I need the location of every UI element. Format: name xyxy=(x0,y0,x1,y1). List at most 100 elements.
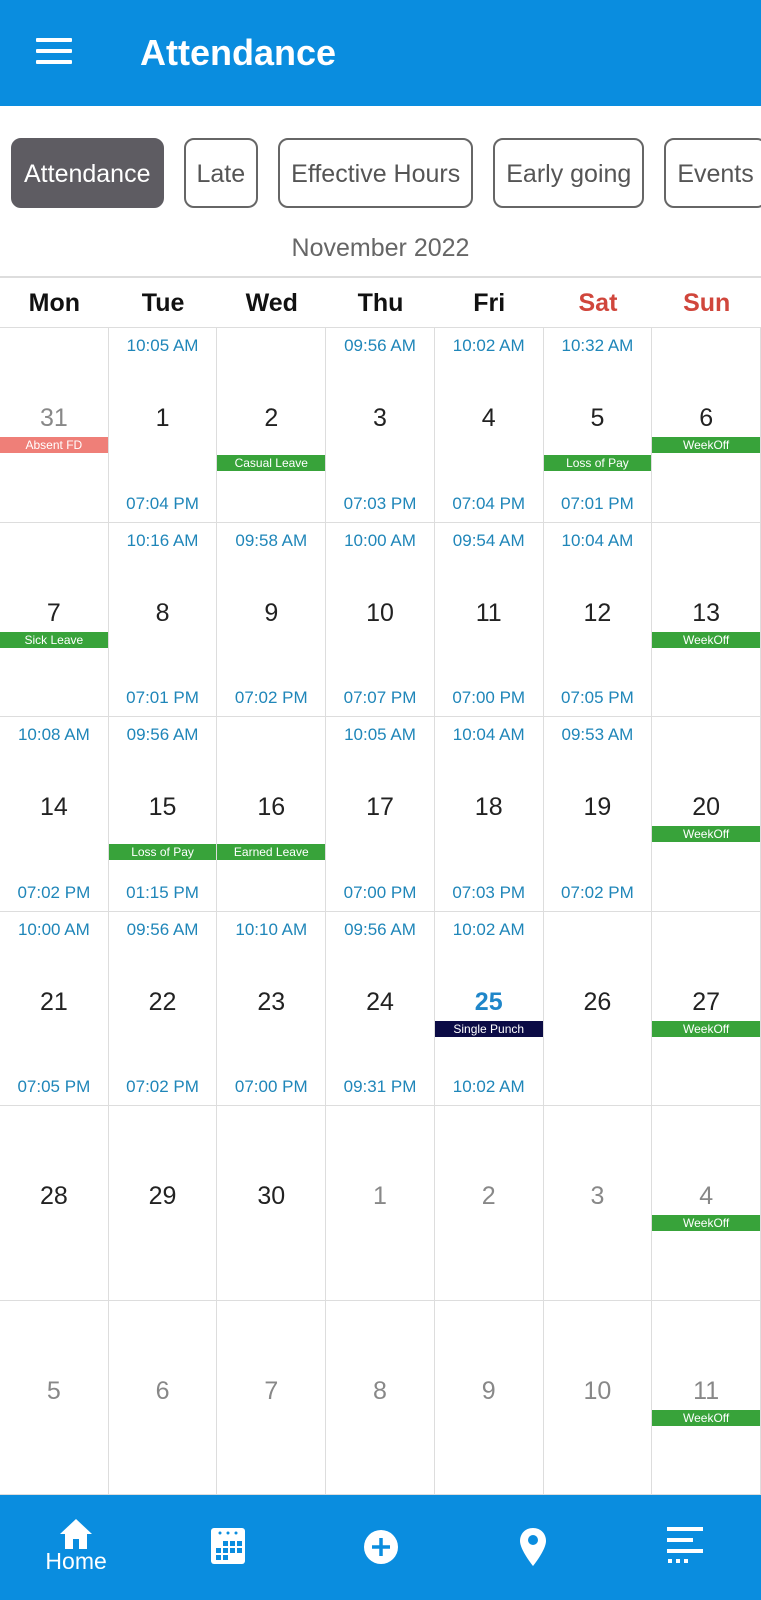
calendar-grid: 31 Absent FD 10:05 AM 1 07:04 PM 2 Casual Leav… xyxy=(0,327,761,1495)
day-cell[interactable]: 20 WeekOff xyxy=(652,717,761,912)
hamburger-icon[interactable] xyxy=(36,38,72,64)
check-out-time: 07:00 PM xyxy=(234,1077,308,1096)
day-cell[interactable]: 10:04 AM 12 07:05 PM xyxy=(543,522,653,717)
day-cell[interactable]: 29 xyxy=(108,1106,218,1301)
check-out-time: 07:02 PM xyxy=(561,882,634,902)
day-cell[interactable]: 2 xyxy=(434,1106,544,1301)
day-cell[interactable]: 10 xyxy=(543,1300,653,1495)
day-cell[interactable]: 31 Absent FD xyxy=(0,328,109,523)
tab-events[interactable]: Events xyxy=(664,138,761,208)
check-out-time: 07:02 PM xyxy=(17,882,91,902)
tab-attendance[interactable]: Attendance xyxy=(11,138,164,208)
day-number: 14 xyxy=(39,793,68,821)
day-number: 12 xyxy=(583,598,612,627)
day-cell[interactable]: 4 WeekOff xyxy=(652,1106,761,1301)
day-cell[interactable]: 09:56 AM 3 07:03 PM xyxy=(326,328,435,523)
day-cell[interactable]: 27 WeekOff xyxy=(652,911,761,1106)
check-out-time: 07:07 PM xyxy=(343,688,417,707)
status-badge: WeekOff xyxy=(652,437,760,453)
day-cell[interactable]: 09:56 AM 15 Loss of Pay 01:15 PM xyxy=(108,717,218,912)
day-cell[interactable]: 10:00 AM 21 07:05 PM xyxy=(0,911,109,1106)
nav-add-circle[interactable] xyxy=(304,1495,456,1600)
weekday-thu: Thu xyxy=(357,289,404,317)
check-in-time: 09:56 AM xyxy=(344,919,416,939)
day-cell[interactable]: 10:02 AM 4 07:04 PM xyxy=(434,328,544,523)
bottom-nav: Home xyxy=(0,1495,761,1600)
day-cell[interactable]: 30 xyxy=(217,1106,327,1301)
day-number: 17 xyxy=(366,793,394,821)
day-number: 5 xyxy=(46,1376,61,1405)
day-number: 22 xyxy=(148,987,177,1016)
day-cell[interactable]: 11 WeekOff xyxy=(652,1300,761,1495)
check-out-time: 07:04 PM xyxy=(452,493,526,513)
nav-more-list[interactable] xyxy=(609,1495,761,1600)
day-cell[interactable]: 09:58 AM 9 07:02 PM xyxy=(217,522,327,717)
day-cell[interactable]: 7 xyxy=(217,1300,327,1495)
day-number: 29 xyxy=(148,1182,177,1210)
month-label: November 2022 xyxy=(291,234,470,262)
day-cell[interactable]: 6 xyxy=(108,1300,218,1495)
day-cell[interactable]: 10:00 AM 10 07:07 PM xyxy=(326,522,435,717)
day-cell[interactable]: 16 Earned Leave xyxy=(217,717,327,912)
check-out-time: 07:05 PM xyxy=(17,1077,91,1096)
day-cell[interactable]: 10:05 AM 17 07:00 PM xyxy=(326,717,435,912)
day-cell[interactable]: 10:16 AM 8 07:01 PM xyxy=(108,522,218,717)
check-out-time: 07:05 PM xyxy=(561,688,634,707)
day-cell[interactable]: 10:32 AM 5 Loss of Pay 07:01 PM xyxy=(543,328,653,523)
day-cell[interactable]: 10:10 AM 23 07:00 PM xyxy=(217,911,327,1106)
check-in-time: 10:05 AM xyxy=(126,336,199,355)
tab-early-going[interactable]: Early going xyxy=(493,138,645,208)
day-number: 7 xyxy=(264,1376,279,1405)
day-cell[interactable]: 1 xyxy=(326,1106,435,1301)
day-number: 8 xyxy=(155,598,170,627)
day-cell[interactable]: 09:54 AM 11 07:00 PM xyxy=(434,522,544,717)
status-badge: WeekOff xyxy=(652,631,760,648)
tab-late[interactable]: Late xyxy=(183,138,259,208)
day-cell[interactable]: 9 xyxy=(434,1300,544,1495)
status-badge: Single Punch xyxy=(434,1020,543,1037)
check-in-time: 10:08 AM xyxy=(17,725,90,744)
nav-calendar[interactable] xyxy=(152,1495,304,1600)
day-number: 10 xyxy=(583,1376,612,1405)
check-in-time: 10:04 AM xyxy=(452,725,525,744)
check-out-time: 09:31 PM xyxy=(343,1077,417,1096)
day-number: 19 xyxy=(583,793,612,821)
day-number: 4 xyxy=(699,1182,714,1210)
check-out-time: 07:03 PM xyxy=(452,882,526,902)
check-in-time: 10:00 AM xyxy=(344,530,416,550)
day-cell[interactable]: 09:56 AM 22 07:02 PM xyxy=(108,911,218,1106)
day-cell[interactable]: 10:04 AM 18 07:03 PM xyxy=(434,717,544,912)
day-cell[interactable]: 09:56 AM 24 09:31 PM xyxy=(326,911,435,1106)
day-cell[interactable]: 10:05 AM 1 07:04 PM xyxy=(108,328,218,523)
weekday-header: Mon Tue Wed Thu Fri Sat Sun xyxy=(0,276,761,328)
nav-home[interactable]: Home xyxy=(0,1495,152,1600)
nav-location-pin[interactable] xyxy=(457,1495,609,1600)
day-cell[interactable]: 3 xyxy=(543,1106,653,1301)
day-number: 30 xyxy=(257,1182,286,1210)
status-badge: Sick Leave xyxy=(0,631,108,648)
day-number: 5 xyxy=(590,404,605,432)
tab-effective-hours[interactable]: Effective Hours xyxy=(278,138,474,208)
day-number: 31 xyxy=(39,404,68,432)
day-cell[interactable]: 09:53 AM 19 07:02 PM xyxy=(543,717,653,912)
day-cell[interactable]: 28 xyxy=(0,1106,109,1301)
day-number: 18 xyxy=(474,793,503,821)
day-cell[interactable]: 7 Sick Leave xyxy=(0,522,109,717)
day-cell[interactable]: 13 WeekOff xyxy=(652,522,761,717)
day-cell[interactable]: 5 xyxy=(0,1300,109,1495)
day-cell[interactable]: 10:02 AM 25 Single Punch 10:02 AM xyxy=(434,911,544,1106)
check-in-time: 10:00 AM xyxy=(17,919,90,939)
day-number: 6 xyxy=(699,404,714,432)
nav-label: Home xyxy=(45,1548,107,1574)
check-in-time: 09:54 AM xyxy=(452,530,525,550)
day-cell[interactable]: 10:08 AM 14 07:02 PM xyxy=(0,717,109,912)
day-cell[interactable]: 2 Casual Leave xyxy=(217,328,327,523)
check-out-time: 07:00 PM xyxy=(343,882,417,902)
day-number: 16 xyxy=(257,793,286,821)
day-number: 28 xyxy=(39,1182,68,1210)
day-cell[interactable]: 6 WeekOff xyxy=(652,328,761,523)
day-cell[interactable]: 26 xyxy=(543,911,653,1106)
check-out-time: 07:01 PM xyxy=(561,493,634,513)
check-out-time: 10:02 AM xyxy=(452,1077,525,1096)
day-cell[interactable]: 8 xyxy=(326,1300,435,1495)
